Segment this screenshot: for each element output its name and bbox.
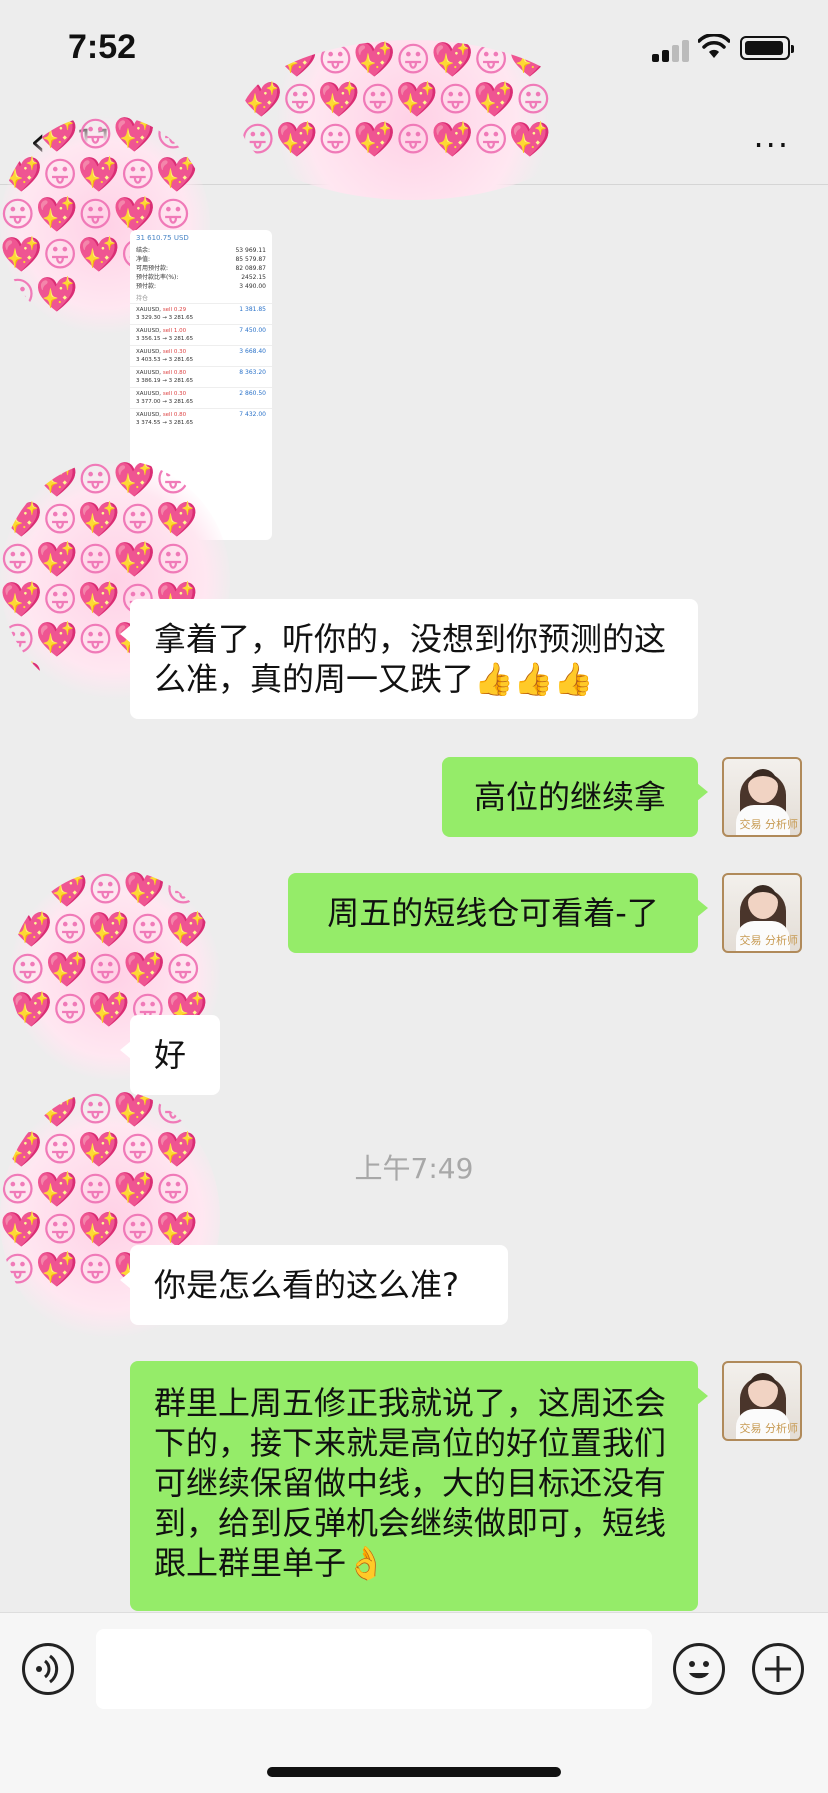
trade-row: XAUUSD, sell 0.80 3 386.19 → 3 281.65 8 36… bbox=[130, 366, 272, 387]
message-input[interactable] bbox=[96, 1629, 652, 1709]
stat-label: 净值: bbox=[136, 256, 151, 263]
self-avatar[interactable]: 交易 分析师 bbox=[722, 757, 802, 837]
stat-label: 结余: bbox=[136, 247, 151, 254]
status-time: 7:52 bbox=[68, 28, 137, 66]
plus-icon bbox=[765, 1656, 791, 1682]
message-outgoing[interactable]: 高位的继续拿 bbox=[442, 757, 708, 837]
trade-row: XAUUSD, sell 0.80 3 374.55 → 3 281.65 7 43… bbox=[130, 408, 272, 429]
stat-value: 3 490.00 bbox=[239, 283, 266, 290]
stat-label: 预付款: bbox=[136, 283, 157, 290]
self-avatar[interactable]: 交易 分析师 bbox=[722, 873, 802, 953]
message-outgoing[interactable]: 周五的短线仓可看着-了 bbox=[288, 873, 708, 953]
sticker-overlay-title: 😛💖😛💖😛💖😛💖💖😛💖😛💖😛💖😛😛💖😛💖😛💖😛💖 bbox=[240, 40, 585, 200]
message-incoming[interactable]: 拿着了，听你的，没想到你预测的这么准，真的周一又跌了👍👍👍 bbox=[120, 599, 698, 719]
trade-row: XAUUSD, sell 0.29 3 329.30 → 3 281.65 1 38… bbox=[130, 303, 272, 324]
trade-row: XAUUSD, sell 0.30 3 377.00 → 3 281.65 2 86… bbox=[130, 387, 272, 408]
trade-row: XAUUSD, sell 0.30 3 403.53 → 3 281.65 3 66… bbox=[130, 345, 272, 366]
signal-icon bbox=[652, 38, 690, 62]
input-bar bbox=[0, 1612, 828, 1793]
voice-icon bbox=[36, 1654, 59, 1684]
message-incoming[interactable]: 好 bbox=[120, 1015, 220, 1095]
more-options-button[interactable]: ··· bbox=[753, 126, 790, 164]
stat-value: 53 969.11 bbox=[235, 247, 266, 254]
stat-value: 85 579.87 bbox=[235, 256, 266, 263]
smile-icon bbox=[689, 1661, 709, 1679]
stat-value: 2452.15 bbox=[241, 274, 266, 281]
trade-row: XAUUSD, sell 1.00 3 356.15 → 3 281.65 7 45… bbox=[130, 324, 272, 345]
wifi-icon bbox=[698, 34, 730, 58]
message-incoming[interactable]: 你是怎么看的这么准? bbox=[120, 1245, 508, 1325]
add-attachment-button[interactable] bbox=[752, 1643, 804, 1695]
emoji-button[interactable] bbox=[673, 1643, 725, 1695]
message-outgoing[interactable]: 群里上周五修正我就说了，这周还会下的，接下来就是高位的好位置我们可继续保留做中线… bbox=[130, 1361, 708, 1611]
voice-input-button[interactable] bbox=[22, 1643, 74, 1695]
message-timestamp: 上午7:49 bbox=[354, 1152, 474, 1185]
stat-value: 82 089.87 bbox=[235, 265, 266, 272]
stat-label: 预付款比率(%): bbox=[136, 274, 179, 281]
chat-area: 😛💖😛💖😛💖😛💖😛💖😛💖😛💖😛💖😛💖😛💖😛💖 31 610.75 USD 结余:… bbox=[0, 115, 828, 1611]
stat-label: 可用预付款: bbox=[136, 265, 169, 272]
section-label: 持仓 bbox=[136, 295, 149, 302]
battery-icon bbox=[740, 36, 794, 60]
self-avatar[interactable]: 交易 分析师 bbox=[722, 1361, 802, 1441]
account-header: 31 610.75 USD bbox=[136, 234, 189, 242]
home-indicator bbox=[267, 1767, 561, 1777]
